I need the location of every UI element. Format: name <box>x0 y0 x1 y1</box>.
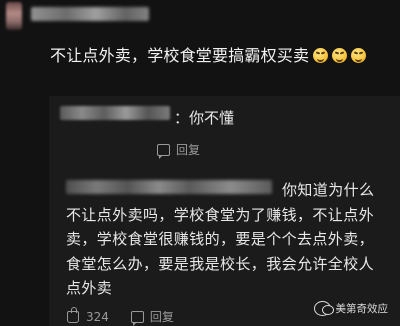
grin-sweat-emoji <box>351 48 367 63</box>
blurred-avatar[interactable] <box>6 2 22 30</box>
watermark: 美第奇效应 <box>313 301 389 316</box>
wechat-icon <box>313 301 334 316</box>
thumbs-up-icon[interactable] <box>67 306 79 323</box>
reply-actions: 324 回复 <box>67 306 174 326</box>
reply-button-label: 回复 <box>176 143 201 157</box>
grin-sweat-emoji <box>313 48 329 63</box>
reply-button-label: 回复 <box>149 310 174 324</box>
blurred-username[interactable] <box>31 7 149 21</box>
like-count: 324 <box>86 309 109 324</box>
reply-text: ：你不懂 <box>174 109 235 127</box>
blurred-reply-username[interactable] <box>60 106 170 120</box>
comment-icon <box>157 143 170 159</box>
watermark-text: 美第奇效应 <box>335 303 389 315</box>
reply-button[interactable]: 回复 <box>157 141 201 159</box>
reply-button[interactable]: 回复 <box>130 308 174 326</box>
grin-sweat-emoji <box>332 48 348 63</box>
reply-text: 你知道为什么不让点外卖吗，学校食堂为了赚钱，不让点外卖，学校食堂很赚钱的，要是个… <box>66 181 375 297</box>
comment-icon <box>130 310 144 326</box>
main-comment-text: 不让点外卖，学校食堂要搞霸权买卖 <box>50 46 310 65</box>
main-comment: 不让点外卖，学校食堂要搞霸权买卖 <box>50 42 367 66</box>
